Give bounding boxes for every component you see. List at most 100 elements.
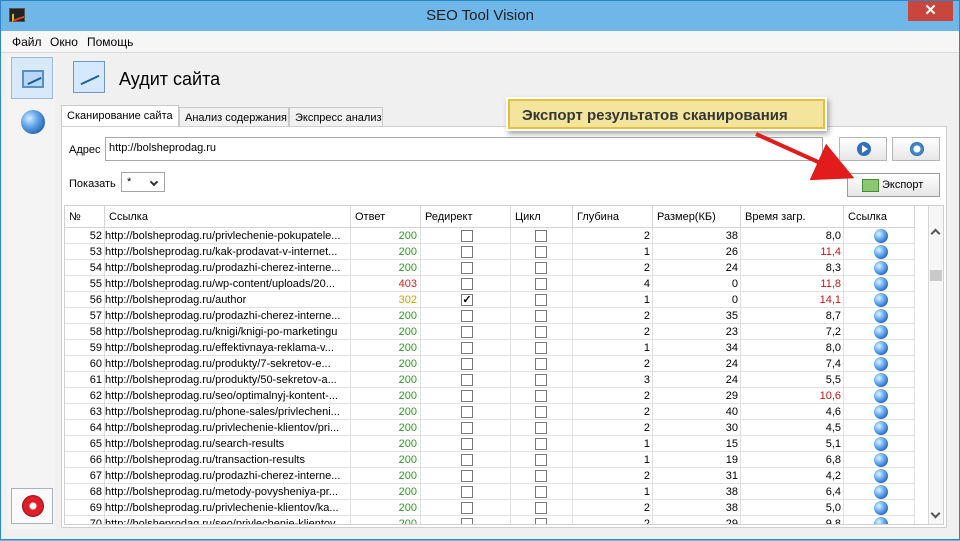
url-cell[interactable]: http://bolsheprodag.ru/knigi/knigi-po-ma… bbox=[105, 324, 351, 340]
globe-icon[interactable] bbox=[874, 357, 888, 371]
globe-icon[interactable] bbox=[874, 437, 888, 451]
url-cell[interactable]: http://bolsheprodag.ru/produkty/50-sekre… bbox=[105, 372, 351, 388]
column-response[interactable]: Ответ bbox=[351, 206, 421, 228]
redirect-checkbox[interactable] bbox=[461, 406, 473, 418]
table-row[interactable]: 69 http://bolsheprodag.ru/privlechenie-kl… bbox=[65, 500, 915, 516]
cycle-checkbox[interactable] bbox=[535, 358, 547, 370]
cycle-checkbox[interactable] bbox=[535, 246, 547, 258]
url-cell[interactable]: http://bolsheprodag.ru/produkty/7-sekret… bbox=[105, 356, 351, 372]
globe-icon[interactable] bbox=[874, 325, 888, 339]
globe-icon[interactable] bbox=[874, 389, 888, 403]
show-filter-select[interactable]: * bbox=[121, 172, 165, 192]
cycle-checkbox[interactable] bbox=[535, 310, 547, 322]
cycle-checkbox[interactable] bbox=[535, 406, 547, 418]
globe-icon[interactable] bbox=[874, 261, 888, 275]
url-cell[interactable]: http://bolsheprodag.ru/privlechenie-klie… bbox=[105, 420, 351, 436]
cycle-checkbox[interactable] bbox=[535, 262, 547, 274]
redirect-checkbox[interactable] bbox=[461, 310, 473, 322]
globe-icon[interactable] bbox=[874, 501, 888, 515]
redirect-checkbox[interactable] bbox=[461, 230, 473, 242]
cycle-checkbox[interactable] bbox=[535, 454, 547, 466]
globe-icon[interactable] bbox=[874, 245, 888, 259]
table-row[interactable]: 63 http://bolsheprodag.ru/phone-sales/pri… bbox=[65, 404, 915, 420]
globe-icon[interactable] bbox=[874, 405, 888, 419]
table-row[interactable]: 58 http://bolsheprodag.ru/knigi/knigi-po-… bbox=[65, 324, 915, 340]
vertical-scrollbar[interactable] bbox=[928, 206, 943, 524]
scroll-up-icon[interactable] bbox=[930, 228, 941, 239]
redirect-checkbox[interactable] bbox=[461, 438, 473, 450]
table-row[interactable]: 65 http://bolsheprodag.ru/search-results 2… bbox=[65, 436, 915, 452]
url-cell[interactable]: http://bolsheprodag.ru/kak-prodavat-v-in… bbox=[105, 244, 351, 260]
redirect-checkbox[interactable] bbox=[461, 246, 473, 258]
url-cell[interactable]: http://bolsheprodag.ru/prodazhi-cherez-i… bbox=[105, 260, 351, 276]
cycle-checkbox[interactable] bbox=[535, 422, 547, 434]
web-rail-button[interactable] bbox=[11, 101, 53, 143]
tab-site-scan[interactable]: Сканирование сайта bbox=[61, 105, 179, 127]
globe-icon[interactable] bbox=[874, 309, 888, 323]
settings-button[interactable] bbox=[892, 137, 940, 161]
table-row[interactable]: 62 http://bolsheprodag.ru/seo/optimalnyj-… bbox=[65, 388, 915, 404]
table-row[interactable]: 60 http://bolsheprodag.ru/produkty/7-sekr… bbox=[65, 356, 915, 372]
redirect-checkbox[interactable] bbox=[461, 518, 473, 524]
start-scan-button[interactable] bbox=[839, 137, 887, 161]
cycle-checkbox[interactable] bbox=[535, 486, 547, 498]
menu-file[interactable]: Файл bbox=[12, 35, 42, 49]
redirect-checkbox[interactable] bbox=[461, 422, 473, 434]
table-row[interactable]: 66 http://bolsheprodag.ru/transaction-res… bbox=[65, 452, 915, 468]
globe-icon[interactable] bbox=[874, 341, 888, 355]
cycle-checkbox[interactable] bbox=[535, 502, 547, 514]
close-button[interactable]: ✕ bbox=[908, 1, 953, 21]
globe-icon[interactable] bbox=[874, 293, 888, 307]
cycle-checkbox[interactable] bbox=[535, 278, 547, 290]
globe-icon[interactable] bbox=[874, 517, 888, 524]
column-load-time[interactable]: Время загр. bbox=[741, 206, 844, 228]
redirect-checkbox[interactable] bbox=[461, 374, 473, 386]
table-row[interactable]: 64 http://bolsheprodag.ru/privlechenie-kl… bbox=[65, 420, 915, 436]
cycle-checkbox[interactable] bbox=[535, 230, 547, 242]
cycle-checkbox[interactable] bbox=[535, 390, 547, 402]
cycle-checkbox[interactable] bbox=[535, 438, 547, 450]
url-cell[interactable]: http://bolsheprodag.ru/privlechenie-klie… bbox=[105, 500, 351, 516]
redirect-checkbox[interactable] bbox=[461, 502, 473, 514]
url-cell[interactable]: http://bolsheprodag.ru/search-results bbox=[105, 436, 351, 452]
redirect-checkbox[interactable] bbox=[461, 390, 473, 402]
column-size[interactable]: Размер(КБ) bbox=[653, 206, 741, 228]
redirect-checkbox[interactable] bbox=[461, 326, 473, 338]
redirect-checkbox[interactable] bbox=[461, 342, 473, 354]
redirect-checkbox[interactable] bbox=[461, 262, 473, 274]
column-link[interactable]: Ссылка bbox=[844, 206, 915, 228]
url-cell[interactable]: http://bolsheprodag.ru/phone-sales/privl… bbox=[105, 404, 351, 420]
globe-icon[interactable] bbox=[874, 373, 888, 387]
redirect-checkbox[interactable] bbox=[461, 486, 473, 498]
cycle-checkbox[interactable] bbox=[535, 374, 547, 386]
url-cell[interactable]: http://bolsheprodag.ru/effektivnaya-rekl… bbox=[105, 340, 351, 356]
tab-express-analysis[interactable]: Экспресс анализ bbox=[289, 107, 383, 127]
table-row[interactable]: 68 http://bolsheprodag.ru/metody-povyshen… bbox=[65, 484, 915, 500]
globe-icon[interactable] bbox=[874, 421, 888, 435]
table-row[interactable]: 55 http://bolsheprodag.ru/wp-content/uplo… bbox=[65, 276, 915, 292]
table-row[interactable]: 59 http://bolsheprodag.ru/effektivnaya-re… bbox=[65, 340, 915, 356]
cycle-checkbox[interactable] bbox=[535, 326, 547, 338]
cycle-checkbox[interactable] bbox=[535, 518, 547, 524]
table-row[interactable]: 57 http://bolsheprodag.ru/prodazhi-cherez… bbox=[65, 308, 915, 324]
redirect-checkbox[interactable] bbox=[461, 358, 473, 370]
stop-button[interactable] bbox=[11, 488, 53, 524]
cycle-checkbox[interactable] bbox=[535, 342, 547, 354]
audit-rail-button[interactable] bbox=[11, 57, 53, 99]
globe-icon[interactable] bbox=[874, 277, 888, 291]
redirect-checkbox[interactable] bbox=[461, 470, 473, 482]
table-row[interactable]: 52 http://bolsheprodag.ru/privlechenie-po… bbox=[65, 228, 915, 244]
url-cell[interactable]: http://bolsheprodag.ru/prodazhi-cherez-i… bbox=[105, 468, 351, 484]
column-redirect[interactable]: Редирект bbox=[421, 206, 511, 228]
export-button[interactable]: Экспорт bbox=[847, 173, 940, 197]
cycle-checkbox[interactable] bbox=[535, 294, 547, 306]
cycle-checkbox[interactable] bbox=[535, 470, 547, 482]
column-cycle[interactable]: Цикл bbox=[511, 206, 573, 228]
redirect-checkbox[interactable] bbox=[461, 454, 473, 466]
table-row[interactable]: 56 http://bolsheprodag.ru/author 302 ✓ 1 0 14,… bbox=[65, 292, 915, 308]
menu-help[interactable]: Помощь bbox=[87, 35, 133, 49]
menu-window[interactable]: Окно bbox=[50, 35, 78, 49]
column-url[interactable]: Ссылка bbox=[105, 206, 351, 228]
url-cell[interactable]: http://bolsheprodag.ru/prodazhi-cherez-i… bbox=[105, 308, 351, 324]
table-row[interactable]: 70 http://bolsheprodag.ru/seo/privlecheni… bbox=[65, 516, 915, 524]
